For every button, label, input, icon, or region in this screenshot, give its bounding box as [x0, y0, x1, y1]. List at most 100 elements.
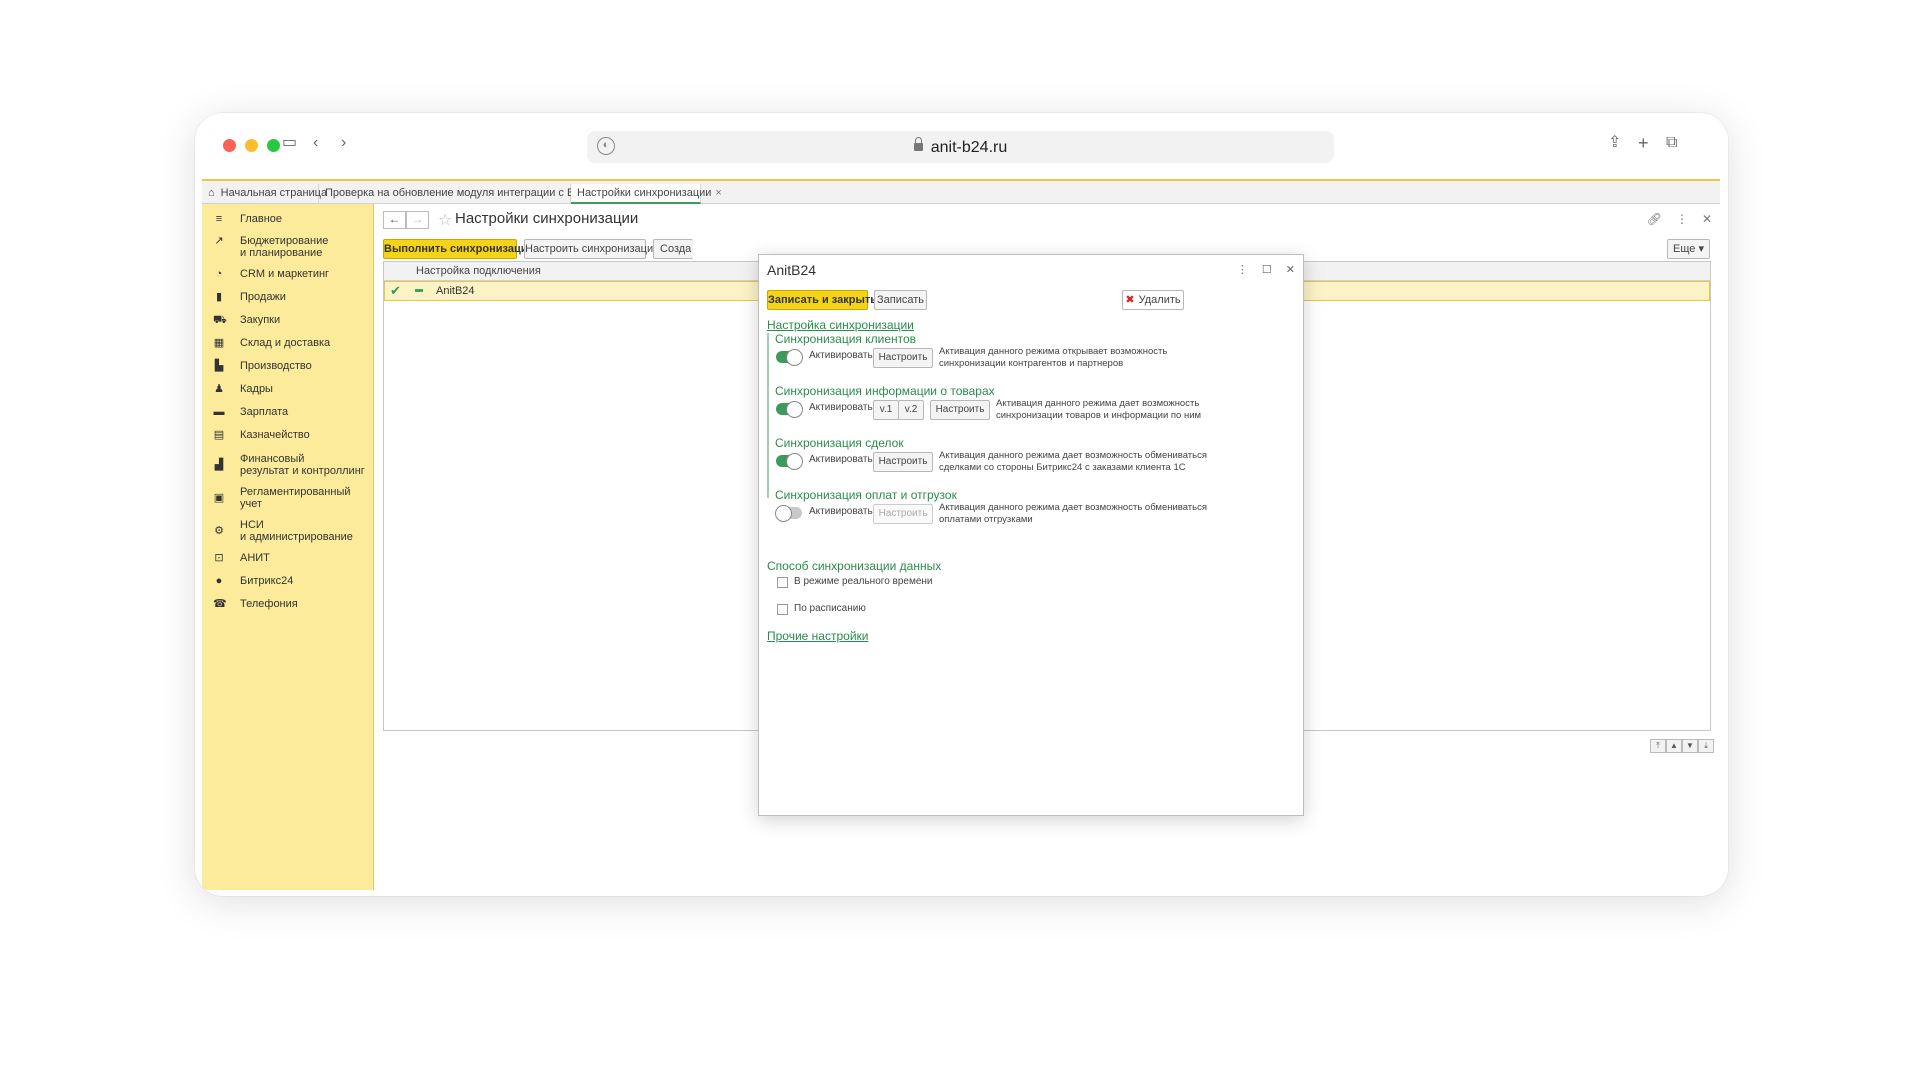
schedule-checkbox[interactable]: [777, 604, 788, 615]
sidebar-item-label: Производство: [240, 360, 312, 372]
section-title-payments: Синхронизация оплат и отгрузок: [775, 488, 957, 502]
crm-icon: ◔: [215, 268, 223, 280]
share-icon[interactable]: ⇪: [1608, 133, 1621, 153]
configure-payments-button[interactable]: Настроить: [873, 504, 933, 524]
close-icon[interactable]: ✕: [1702, 212, 1712, 226]
sidebar-item-label: НСИ и администрирование: [240, 519, 353, 543]
other-settings-link[interactable]: Прочие настройки: [767, 629, 868, 643]
cart-icon: ⛟: [213, 314, 227, 326]
open-tabs-bar: ⌂ Начальная страница Проверка на обновлен…: [202, 179, 1720, 204]
tab-home[interactable]: ⌂ Начальная страница: [202, 184, 327, 204]
browser-toolbar: ▭ ‹ › ◐ anit-b24.ru ⇪ + ⧉: [195, 113, 1728, 179]
delete-label: Удалить: [1138, 294, 1181, 306]
save-button[interactable]: Записать: [874, 290, 927, 310]
warehouse-icon: ▦: [213, 337, 225, 349]
anit-icon: ⊡: [214, 552, 224, 564]
version-1-button[interactable]: v.1: [873, 400, 899, 420]
version-2-button[interactable]: v.2: [898, 400, 924, 420]
tab-overview-icon[interactable]: ⧉: [1666, 133, 1677, 153]
new-tab-icon[interactable]: +: [1638, 133, 1649, 153]
tab-update-check[interactable]: Проверка на обновление модуля интеграции…: [319, 184, 631, 204]
scroll-bottom-icon[interactable]: ⤓: [1698, 739, 1714, 753]
nav-forward-button[interactable]: →: [406, 211, 429, 229]
more-options-icon[interactable]: ⋮: [1237, 263, 1248, 276]
lock-icon: [913, 137, 923, 151]
tab-sync-settings[interactable]: Настройки синхронизации ×: [571, 184, 722, 204]
scroll-top-icon[interactable]: ⤒: [1650, 739, 1666, 753]
back-icon[interactable]: ‹: [313, 133, 318, 153]
create-button[interactable]: Созда: [653, 239, 693, 259]
more-options-icon[interactable]: ⋮: [1676, 212, 1688, 226]
sync-settings-dialog: AnitB24 ⋮ ☐ ✕ Записать и закрыть Записат…: [758, 254, 1304, 816]
toggle-label: Активировать: [809, 454, 873, 465]
sync-sections-group: Синхронизация клиентов Активировать Наст…: [767, 332, 1207, 525]
more-button[interactable]: Еще ▾: [1667, 239, 1710, 259]
save-and-close-button[interactable]: Записать и закрыть: [767, 290, 877, 310]
run-sync-button[interactable]: Выполнить синхронизацию: [383, 239, 537, 259]
configure-products-button[interactable]: Настроить: [930, 400, 990, 420]
url-text: anit-b24.ru: [930, 139, 1008, 156]
section-title-clients: Синхронизация клиентов: [775, 332, 917, 346]
sidebar-item-label: Зарплата: [240, 406, 289, 418]
check-icon: ✔: [390, 283, 401, 298]
sidebar-item-label: CRM и маркетинг: [240, 268, 330, 280]
nav-back-button[interactable]: ←: [383, 211, 406, 229]
row-name: AnitB24: [436, 285, 475, 297]
window-controls: [223, 139, 280, 152]
favorite-star-icon[interactable]: ☆: [438, 210, 452, 230]
sales-icon: ▮: [215, 291, 223, 303]
maximize-icon[interactable]: ☐: [1262, 263, 1272, 276]
products-sync-toggle[interactable]: [776, 401, 803, 418]
sidebar-item-label: Продажи: [240, 291, 286, 303]
close-window-button[interactable]: [223, 139, 236, 152]
clients-sync-toggle[interactable]: [776, 349, 803, 366]
toggle-label: Активировать: [809, 350, 873, 361]
close-icon[interactable]: ✕: [1286, 263, 1295, 276]
sidebar-item-label: Битрикс24: [240, 575, 294, 587]
list-scroll-buttons: ⤒ ▲ ▼ ⤓: [1650, 739, 1714, 753]
configure-clients-button[interactable]: Настроить: [873, 348, 933, 368]
sidebar-toggle-icon[interactable]: ▭: [282, 133, 297, 153]
budget-icon: ↗: [214, 235, 224, 247]
close-tab-icon[interactable]: ×: [715, 187, 721, 199]
address-bar[interactable]: ◐ anit-b24.ru: [587, 131, 1334, 163]
treasury-icon: ▤: [213, 429, 225, 441]
sync-settings-link[interactable]: Настройка синхронизации: [767, 318, 914, 332]
products-description: Активация данного режима дает возможност…: [996, 398, 1202, 421]
section-title-deals: Синхронизация сделок: [775, 436, 904, 450]
document-icon: ▣: [213, 492, 225, 504]
minimize-window-button[interactable]: [245, 139, 258, 152]
sidebar: ≡ Главное ↗ Бюджетирование и планирование …: [202, 204, 374, 890]
configure-sync-button[interactable]: Настроить синхронизацию: [524, 239, 661, 259]
sidebar-item-label: Бюджетирование и планирование: [240, 235, 329, 259]
dialog-title: AnitB24: [767, 262, 817, 278]
deals-sync-toggle[interactable]: [776, 453, 803, 470]
sidebar-item-label: Финансовый результат и контроллинг: [240, 453, 365, 477]
sync-method-title: Способ синхронизации данных: [767, 559, 942, 573]
payments-sync-toggle[interactable]: [775, 505, 802, 522]
phone-icon: ☎: [213, 598, 227, 610]
sidebar-item-label: Казначейство: [240, 429, 310, 441]
bitrix-icon: ●: [215, 575, 223, 587]
scroll-up-icon[interactable]: ▲: [1666, 739, 1682, 753]
sidebar-item-label: Закупки: [240, 314, 281, 326]
scroll-down-icon[interactable]: ▼: [1682, 739, 1698, 753]
maximize-window-button[interactable]: [267, 139, 280, 152]
realtime-label: В режиме реального времени: [794, 576, 933, 587]
forward-icon[interactable]: ›: [341, 133, 346, 153]
tab-label: Настройки синхронизации: [577, 187, 712, 199]
realtime-checkbox[interactable]: [777, 577, 788, 588]
clients-description: Активация данного режима открывает возмо…: [939, 346, 1168, 369]
sidebar-item-label: Кадры: [240, 383, 273, 395]
delete-button[interactable]: ✖ Удалить: [1122, 290, 1184, 310]
gear-icon: ⚙: [214, 525, 224, 537]
sidebar-item-label: Регламентированный учет: [240, 486, 351, 510]
delete-icon: ✖: [1125, 294, 1135, 306]
link-icon[interactable]: 🔗︎: [1647, 212, 1662, 226]
toggle-label: Активировать: [809, 506, 873, 517]
deals-description: Активация данного режима дает возможност…: [939, 450, 1208, 473]
page-title: Настройки синхронизации: [455, 210, 639, 227]
configure-deals-button[interactable]: Настроить: [873, 452, 933, 472]
dialog-window-icons: ⋮ ☐ ✕: [1237, 263, 1295, 276]
payments-description: Активация данного режима дает возможност…: [939, 502, 1208, 525]
